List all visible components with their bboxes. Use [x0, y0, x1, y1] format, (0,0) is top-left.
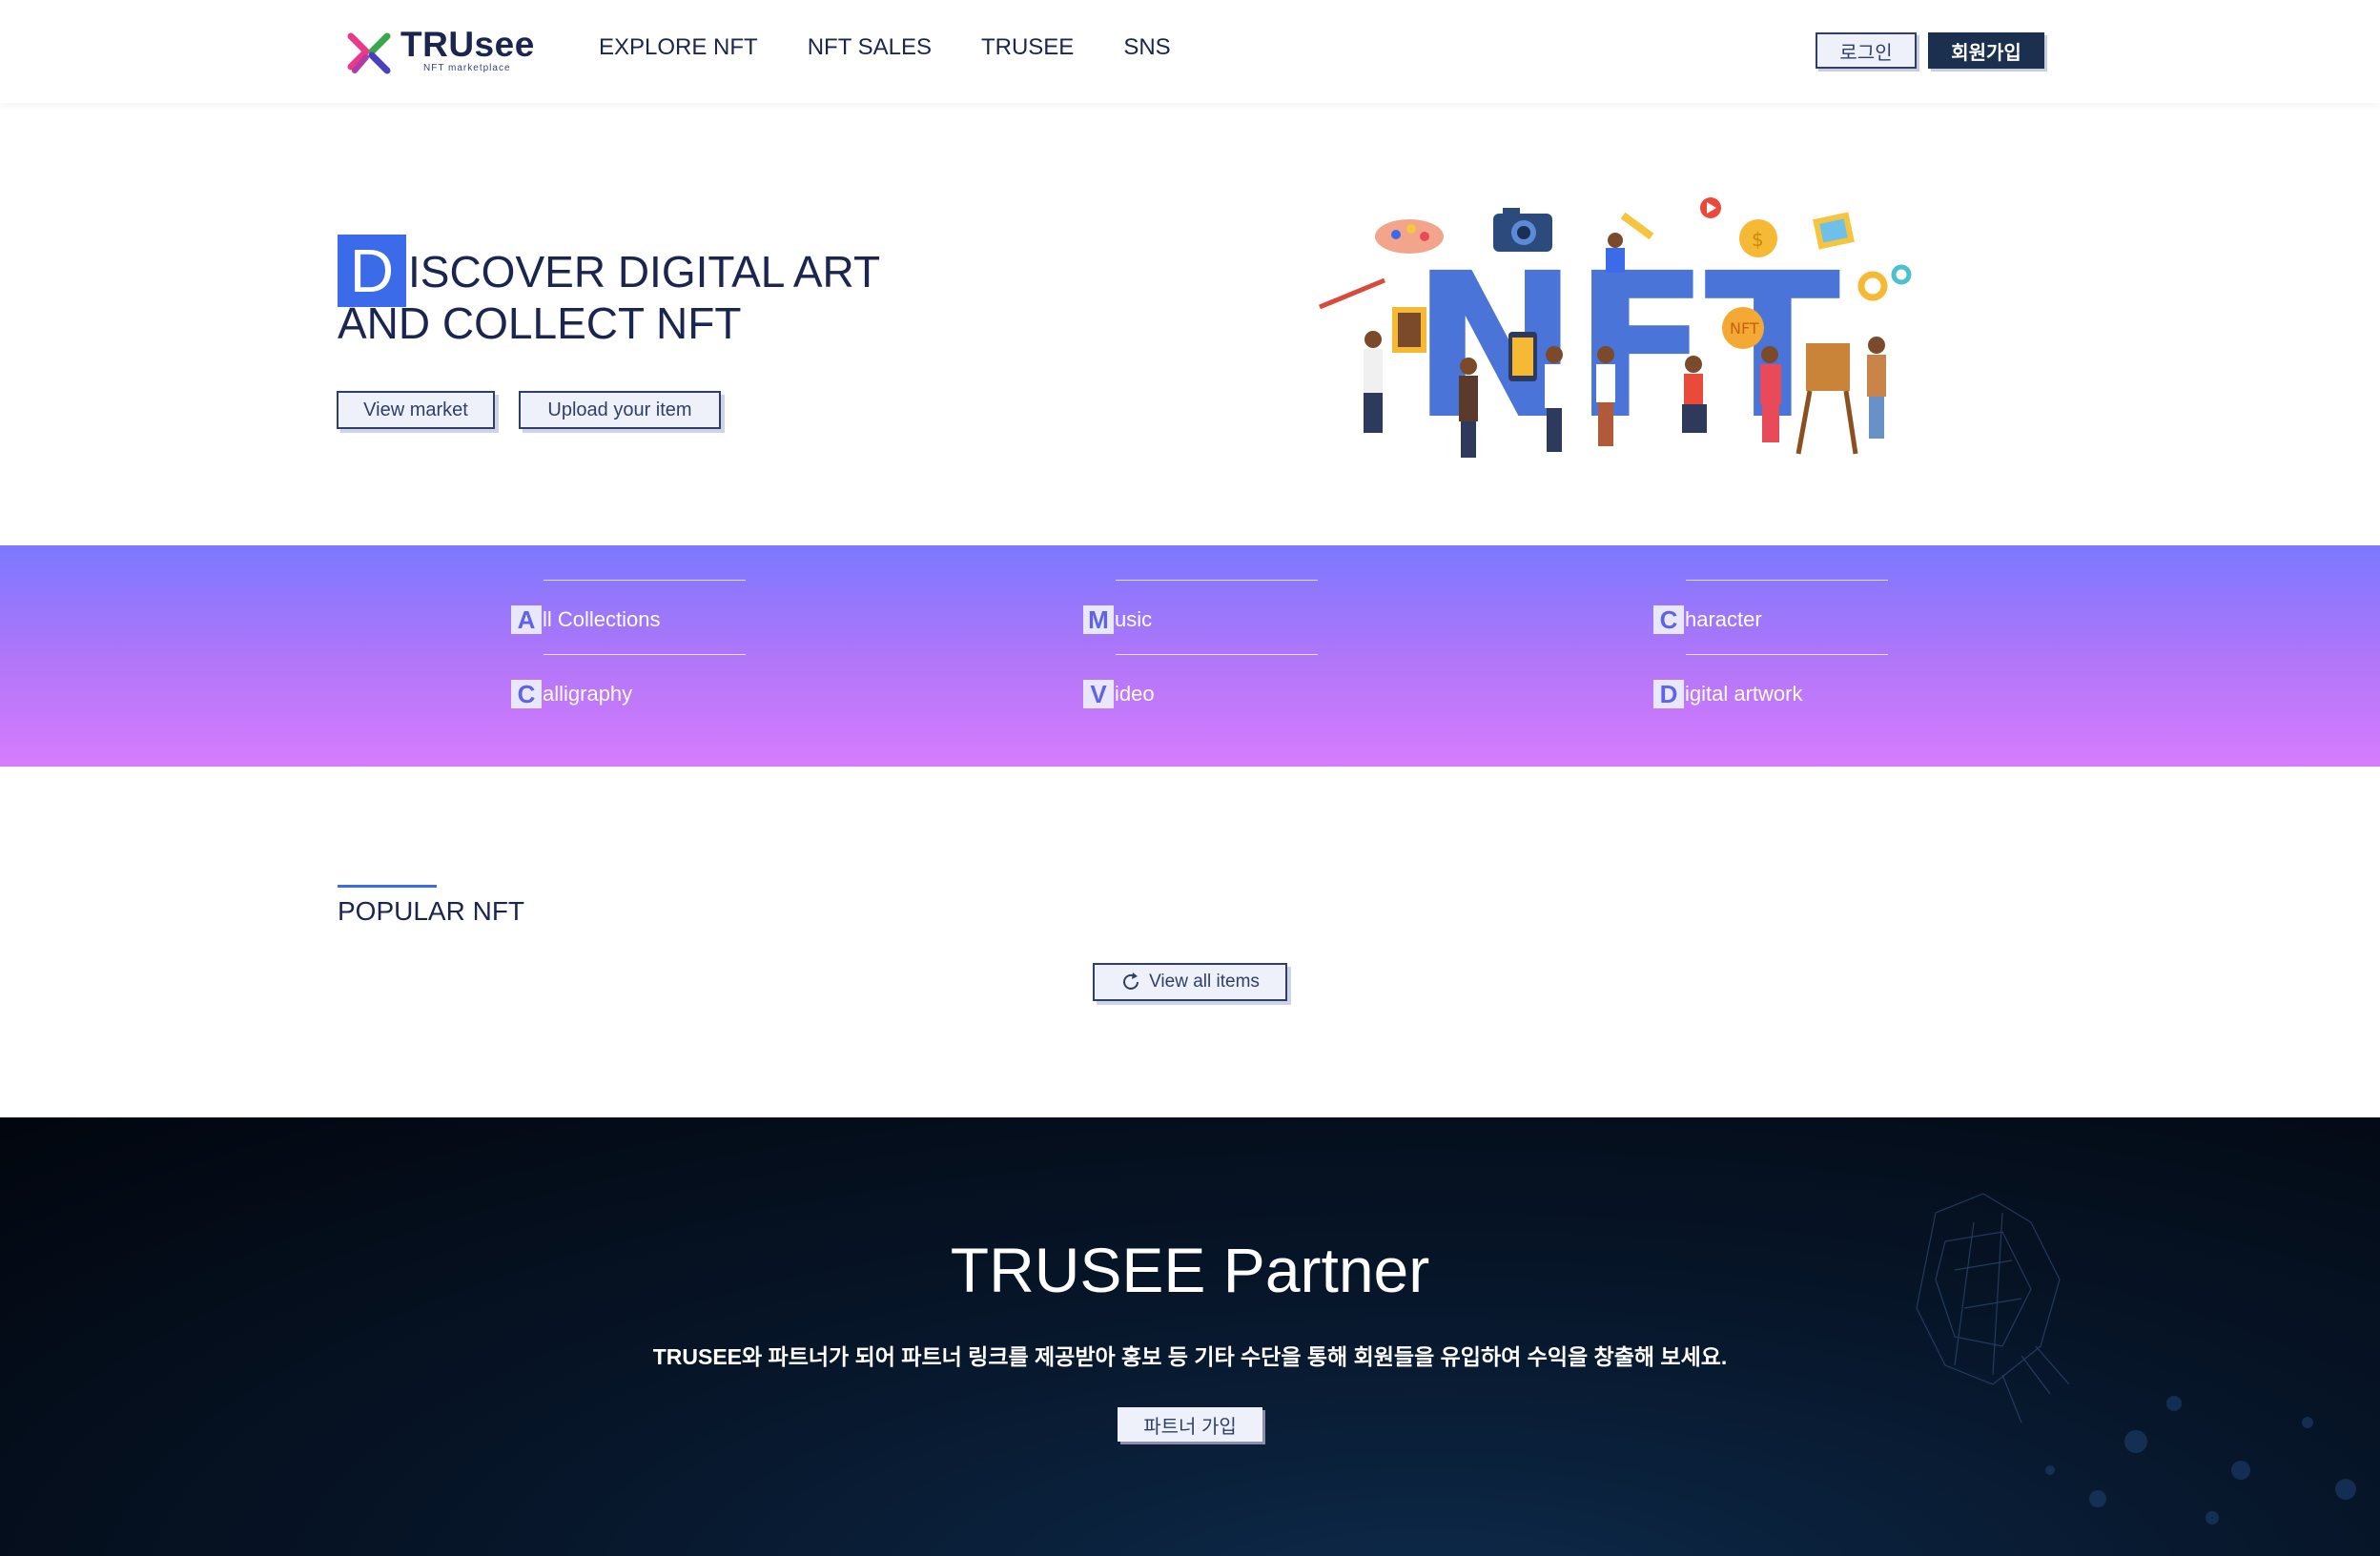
- category-initial: D: [1653, 680, 1684, 708]
- partner-signup-button[interactable]: 파트너 가입: [1118, 1407, 1262, 1442]
- popular-nft-title: POPULAR NFT: [338, 896, 525, 926]
- category-label: alligraphy: [543, 682, 633, 706]
- category-band: A ll Collections M usic C haracter C all…: [0, 545, 2380, 767]
- hero-title: D ISCOVER DIGITAL ART AND COLLECT NFT: [338, 225, 880, 349]
- logo[interactable]: TRUsee NFT marketplace: [347, 25, 538, 76]
- top-navbar: TRUsee NFT marketplace EXPLORE NFT NFT S…: [0, 0, 2380, 103]
- logo-text: TRUsee: [400, 25, 535, 64]
- nav-nft-sales[interactable]: NFT SALES: [808, 34, 932, 61]
- category-music[interactable]: M usic: [1083, 580, 1318, 637]
- logo-x-icon: [347, 32, 391, 74]
- category-label: ideo: [1115, 682, 1155, 706]
- category-divider: [1116, 654, 1318, 655]
- signup-button[interactable]: 회원가입: [1928, 32, 2044, 69]
- view-all-items-button[interactable]: View all items: [1093, 963, 1287, 1001]
- category-initial: V: [1083, 680, 1114, 708]
- view-all-items-label: View all items: [1149, 972, 1260, 992]
- category-initial: C: [1653, 605, 1684, 634]
- category-character[interactable]: C haracter: [1653, 580, 1888, 637]
- partner-description: TRUSEE와 파트너가 되어 파트너 링크를 제공받아 홍보 등 기타 수단을…: [652, 1344, 1728, 1369]
- category-initial: M: [1083, 605, 1114, 634]
- category-divider: [1686, 654, 1888, 655]
- category-digital-artwork[interactable]: D igital artwork: [1653, 654, 1888, 711]
- hero-title-initial: D: [338, 235, 406, 307]
- category-initial: C: [511, 680, 542, 708]
- hero-title-line2: AND COLLECT NFT: [338, 298, 742, 348]
- category-label: haracter: [1685, 607, 1762, 631]
- partner-title: TRUSEE Partner: [950, 1235, 1430, 1305]
- main-nav: EXPLORE NFT NFT SALES TRUSEE SNS: [599, 34, 1171, 61]
- nav-explore-nft[interactable]: EXPLORE NFT: [599, 34, 758, 61]
- category-initial: A: [511, 605, 542, 634]
- category-divider: [1116, 580, 1318, 581]
- upload-item-button[interactable]: Upload your item: [519, 391, 721, 429]
- category-divider: [1686, 580, 1888, 581]
- login-button[interactable]: 로그인: [1816, 32, 1917, 69]
- category-label: igital artwork: [1685, 682, 1803, 706]
- category-video[interactable]: V ideo: [1083, 654, 1318, 711]
- nav-sns[interactable]: SNS: [1123, 34, 1170, 61]
- nav-trusee[interactable]: TRUSEE: [981, 34, 1074, 61]
- hero-title-line1: ISCOVER DIGITAL ART: [408, 247, 881, 297]
- svg-text:NFT: NFT: [1730, 319, 1759, 338]
- section-accent-line: [338, 885, 437, 888]
- gear-icon: [1857, 271, 1888, 301]
- partner-section: TRUSEE Partner TRUSEE와 파트너가 되어 파트너 링크를 제…: [0, 1117, 2380, 1556]
- nft-illustration: $ NFT NFT: [1319, 197, 1912, 463]
- category-label: usic: [1115, 607, 1153, 631]
- category-label: ll Collections: [543, 607, 661, 631]
- category-divider: [544, 654, 746, 655]
- category-all-collections[interactable]: A ll Collections: [511, 580, 746, 637]
- refresh-icon: [1123, 972, 1139, 990]
- category-divider: [544, 580, 746, 581]
- logo-subtitle: NFT marketplace: [423, 63, 511, 73]
- view-market-button[interactable]: View market: [337, 391, 495, 429]
- category-calligraphy[interactable]: C alligraphy: [511, 654, 746, 711]
- brush-icon: [1319, 277, 1385, 310]
